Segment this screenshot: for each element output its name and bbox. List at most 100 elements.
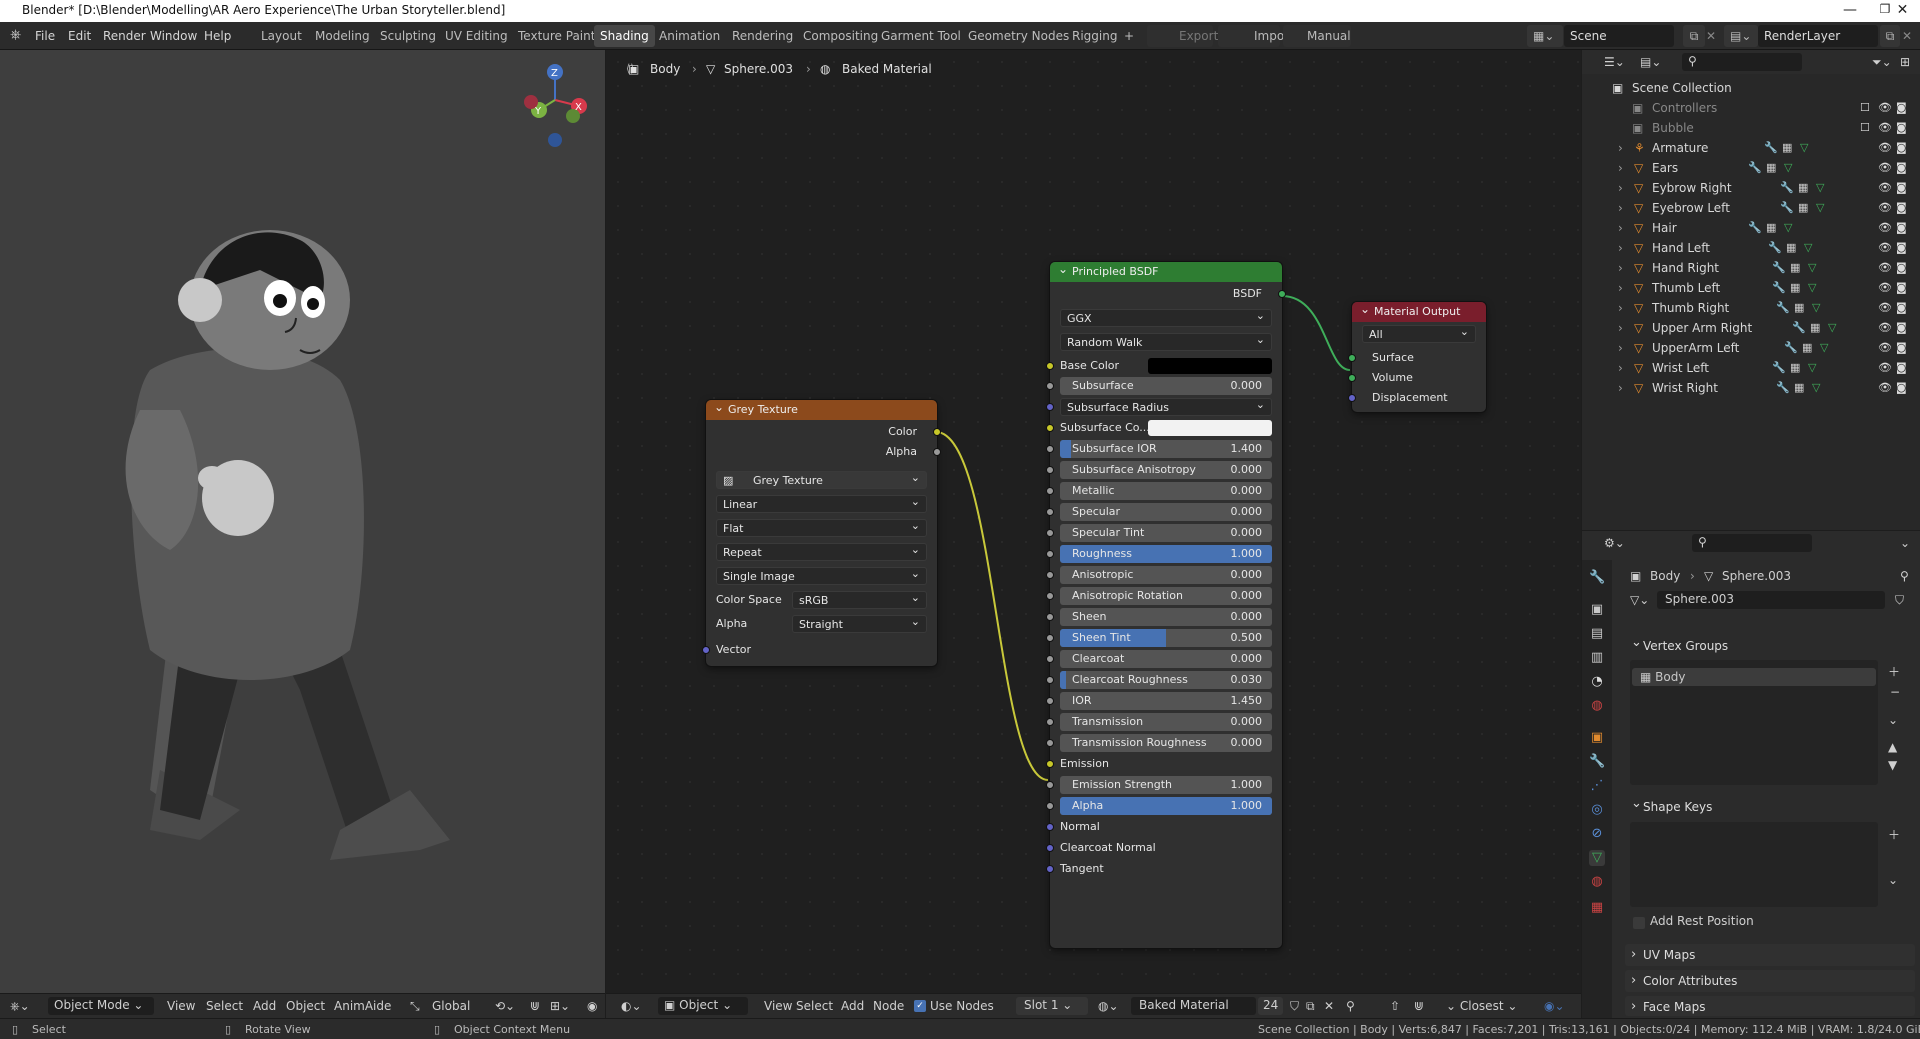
principled-bsdf-node[interactable]: Principled BSDF BSDF GGX Random Walk Bas… [1046,259,1286,948]
tab-modeling[interactable]: Modeling [309,25,376,47]
render-camera-icon[interactable]: ◙ [1896,198,1907,218]
bsdf-node-title[interactable]: Principled BSDF [1050,259,1282,282]
outliner-object-row[interactable]: › ▽ Upper Arm Right 🔧 ▦ ▽ 👁 ◙ [1582,318,1920,338]
transmission-slider[interactable]: Transmission 0.000 [1046,712,1282,732]
input-socket[interactable] [1046,508,1054,516]
visibility-eye-icon[interactable]: 👁 [1878,258,1892,278]
visibility-eye-icon[interactable]: 👁 [1878,138,1892,158]
snap-grid-icon[interactable]: ⊞⌄ [550,999,570,1013]
duplicate-material-icon[interactable]: ⧉ [1306,999,1315,1014]
outliner-object-row[interactable]: › ▽ Ears 🔧 ▦ ▽ 👁 ◙ [1582,158,1920,178]
input-socket[interactable] [1046,823,1054,831]
visibility-eye-icon[interactable]: 👁 [1878,298,1892,318]
menu-file[interactable]: File [35,29,55,43]
new-scene-icon[interactable]: ⧉ [1683,25,1705,47]
tab-uv-editing[interactable]: UV Editing [439,25,514,47]
renderlayer-field[interactable]: RenderLayer [1758,25,1878,47]
visibility-eye-icon[interactable]: 👁 [1878,338,1892,358]
metallic-slider[interactable]: Metallic 0.000 [1046,481,1282,501]
tab-layout[interactable]: Layout [255,25,308,47]
filter-icon[interactable]: ⏷⌄ [1872,55,1892,70]
view-layer-tab-icon[interactable]: ▥ [1589,650,1605,666]
visibility-eye-icon[interactable]: 👁 [1878,378,1892,398]
tab-animation[interactable]: Animation [653,25,726,47]
node-view-menu[interactable]: View [764,999,792,1013]
expand-arrow-icon[interactable]: › [1618,378,1623,398]
add-rest-position-checkbox[interactable] [1633,917,1645,929]
input-socket[interactable] [1046,424,1054,432]
input-socket[interactable] [1046,634,1054,642]
uv-maps-panel[interactable]: UV Maps [1625,944,1915,966]
expand-arrow-icon[interactable]: › [1618,298,1623,318]
shape-key-specials-icon[interactable]: ⌄ [1888,873,1898,887]
material-tab-icon[interactable]: ◍ [1589,874,1605,890]
alpha-mode-dropdown[interactable]: Straight [706,613,937,634]
delete-viewlayer-icon[interactable]: ✕ [1902,25,1916,47]
particles-tab-icon[interactable]: ⋰ [1589,778,1605,794]
render-camera-icon[interactable]: ◙ [1896,338,1907,358]
slot-dropdown[interactable]: Slot 1 ⌄ [1016,997,1088,1015]
material-users-count[interactable]: 24 [1258,997,1284,1015]
image-texture-node[interactable]: Grey Texture Color Alpha ▨Grey Texture L… [702,397,941,666]
animaide-menu[interactable]: AnimAide [334,999,391,1013]
input-socket[interactable] [1046,403,1054,411]
add-shape-key-button[interactable]: ＋ [1888,826,1900,843]
input-socket[interactable] [1046,781,1054,789]
tab-rigging[interactable]: Rigging [1066,25,1123,47]
visibility-eye-icon[interactable]: 👁 [1878,318,1892,338]
expand-arrow-icon[interactable]: › [1618,198,1623,218]
input-socket[interactable] [1046,382,1054,390]
proportional-edit-icon[interactable]: ◉ [587,999,597,1013]
render-camera-icon[interactable]: ◙ [1896,118,1907,138]
tab-geometry-nodes[interactable]: Geometry Nodes [962,25,1075,47]
render-camera-icon[interactable]: ◙ [1896,358,1907,378]
face-maps-panel[interactable]: Face Maps [1625,996,1915,1018]
pin-icon[interactable]: ⚲ [1346,999,1355,1013]
material-name-field[interactable]: Baked Material [1131,997,1256,1015]
outliner-object-row[interactable]: › ▽ Eybrow Right 🔧 ▦ ▽ 👁 ◙ [1582,178,1920,198]
material-browse-icon[interactable]: ◍⌄ [1098,999,1119,1013]
subsurface-slider[interactable]: Subsurface 0.000 [1046,376,1282,396]
transform-orientation-icon[interactable]: ⤡ [410,999,420,1014]
render-camera-icon[interactable]: ◙ [1896,138,1907,158]
scene-tab-icon[interactable]: ◔ [1589,674,1605,690]
tool-tab-icon[interactable]: 🔧 [1589,570,1605,586]
tab-shading[interactable]: Shading [594,25,655,47]
material-output-node[interactable]: Material Output All Surface Volume Displ… [1348,299,1486,412]
emission-strength-slider[interactable]: Emission Strength 1.000 [1046,775,1282,795]
expand-arrow-icon[interactable]: › [1618,138,1623,158]
orientation-dropdown[interactable]: Global [432,999,470,1013]
visibility-eye-icon[interactable]: 👁 [1878,358,1892,378]
scene-name-field[interactable]: Scene [1564,25,1674,47]
anisotropic-slider[interactable]: Anisotropic 0.000 [1046,565,1282,585]
input-socket[interactable] [1046,592,1054,600]
use-nodes-checkbox[interactable]: ✓ [914,1000,926,1012]
displacement-input-socket[interactable] [1348,394,1356,402]
node-editor-type-icon[interactable]: ◐⌄ [621,999,642,1013]
expand-arrow-icon[interactable]: › [1618,178,1623,198]
vertex-group-specials-icon[interactable]: ⌄ [1888,713,1898,727]
expand-arrow-icon[interactable]: › [1618,278,1623,298]
input-socket[interactable] [1046,718,1054,726]
fake-user-icon[interactable]: ⛉ [1290,999,1299,1014]
subsurface-radius-dropdown[interactable]: Subsurface Radius [1046,396,1282,417]
shape-keys-panel[interactable]: Shape Keys [1625,793,1915,818]
anisotropic-rotation-slider[interactable]: Anisotropic Rotation 0.000 [1046,586,1282,606]
render-tab-icon[interactable]: ▣ [1589,602,1605,618]
specular-tint-slider[interactable]: Specular Tint 0.000 [1046,523,1282,543]
volume-input-socket[interactable] [1348,374,1356,382]
visibility-eye-icon[interactable]: 👁 [1878,178,1892,198]
prop-pin-icon[interactable]: ⚲ [1900,569,1909,583]
navigation-gizmo[interactable]: Z X Y [515,58,595,158]
menu-help[interactable]: Help [204,29,231,43]
physics-tab-icon[interactable]: ◎ [1589,802,1605,818]
input-socket[interactable] [1046,550,1054,558]
delete-scene-icon[interactable]: ✕ [1706,25,1720,47]
constraints-tab-icon[interactable]: ⊘ [1589,826,1605,842]
manual-button[interactable]: Manual [1283,25,1351,47]
interpolation-dropdown[interactable]: Linear [706,493,937,514]
bsdf-output-socket[interactable] [1278,290,1286,298]
input-socket[interactable] [1046,865,1054,873]
visibility-eye-icon[interactable]: 👁 [1878,238,1892,258]
mesh-fake-user-icon[interactable]: ⛉ [1895,593,1904,608]
